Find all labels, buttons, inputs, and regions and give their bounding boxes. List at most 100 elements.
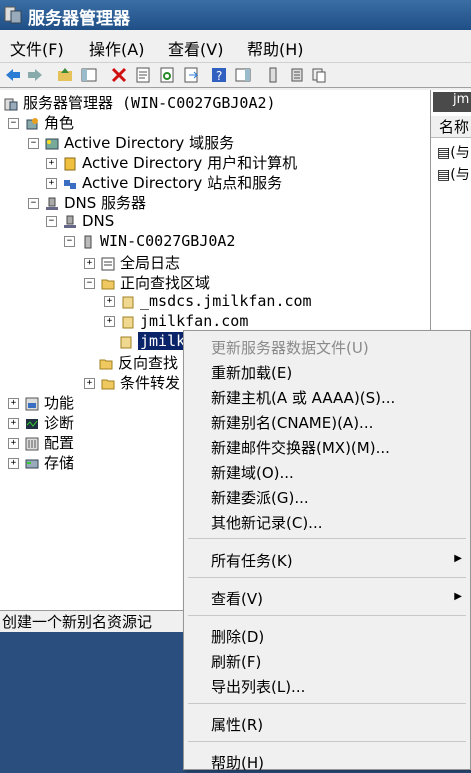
zone-icon <box>122 316 134 328</box>
action-pane-icon[interactable] <box>234 66 252 84</box>
menu-action[interactable]: 操作(A) <box>89 36 144 60</box>
tree-reverse-zones[interactable]: 反向查找 <box>99 352 178 372</box>
menu-item-reload[interactable]: 重新加载(E) <box>211 362 292 383</box>
log-icon <box>101 257 115 270</box>
svg-text:?: ? <box>216 69 222 83</box>
tree-features[interactable]: + 功能 <box>8 392 74 412</box>
ad-sites-icon <box>64 179 76 189</box>
collapse-icon[interactable]: − <box>8 118 19 129</box>
expand-icon[interactable]: + <box>104 296 115 307</box>
record-icon: ▤ <box>437 167 451 183</box>
up-folder-icon[interactable] <box>56 66 74 84</box>
menu-item-export-list[interactable]: 导出列表(L)... <box>211 676 305 697</box>
expand-icon[interactable]: + <box>46 178 57 189</box>
export-list-icon[interactable] <box>182 66 200 84</box>
submenu-arrow-icon: ▶ <box>454 553 462 564</box>
menu-item-new-alias[interactable]: 新建别名(CNAME)(A)... <box>211 412 373 433</box>
back-icon[interactable] <box>4 66 22 84</box>
menu-item-new-domain[interactable]: 新建域(O)... <box>211 462 294 483</box>
help-icon[interactable]: ? <box>210 66 228 84</box>
expand-icon[interactable]: + <box>84 378 95 389</box>
dns-server-icon <box>46 197 58 210</box>
tree-zone-msdcs[interactable]: + _msdcs.jmilkfan.com <box>104 292 312 312</box>
expand-icon[interactable]: + <box>8 418 19 429</box>
menu-item-all-tasks[interactable]: 所有任务(K) <box>211 550 461 571</box>
menu-separator <box>188 741 466 742</box>
expand-icon[interactable]: + <box>8 458 19 469</box>
list-icon[interactable] <box>288 66 306 84</box>
menu-item-other-records[interactable]: 其他新记录(C)... <box>211 512 322 533</box>
server-manager-icon <box>4 98 18 110</box>
folder-icon <box>99 359 113 369</box>
tree-roles[interactable]: − 角色 <box>8 112 74 132</box>
tree-diagnostics[interactable]: + 诊断 <box>8 412 74 432</box>
folder-icon <box>101 279 115 289</box>
collapse-icon[interactable]: − <box>64 236 75 247</box>
configuration-icon <box>25 437 39 450</box>
menu-item-update-server-data: 更新服务器数据文件(U) <box>211 339 369 357</box>
tree-ad-users[interactable]: + Active Directory 用户和计算机 <box>46 152 297 172</box>
collapse-icon[interactable]: − <box>28 138 39 149</box>
server-icon <box>84 235 92 248</box>
tree-ad-sites[interactable]: + Active Directory 站点和服务 <box>46 172 282 192</box>
list-item[interactable]: ▤(与 <box>437 142 470 162</box>
list-item[interactable]: ▤(与 <box>437 164 470 184</box>
tree-conditional-forwarders[interactable]: + 条件转发 <box>84 372 180 392</box>
tree-dns[interactable]: − DNS <box>46 212 114 232</box>
dns-icon <box>64 215 76 228</box>
collapse-icon[interactable]: − <box>28 198 39 209</box>
tree-ad-ds[interactable]: − Active Directory 域服务 <box>28 132 234 152</box>
tree-server[interactable]: − WIN-C0027GBJ0A2 <box>64 232 235 252</box>
forward-icon[interactable] <box>26 66 44 84</box>
roles-icon <box>26 117 38 129</box>
expand-icon[interactable]: + <box>8 438 19 449</box>
menu-item-new-host[interactable]: 新建主机(A 或 AAAA)(S)... <box>211 387 395 408</box>
menu-help[interactable]: 帮助(H) <box>247 36 304 60</box>
menu-item-new-delegation[interactable]: 新建委派(G)... <box>211 487 309 508</box>
properties-icon[interactable] <box>134 66 152 84</box>
tree-root[interactable]: 服务器管理器 (WIN-C0027GBJ0A2) <box>4 92 276 112</box>
menu-bar: 文件(F) 操作(A) 查看(V) 帮助(H) <box>0 34 471 60</box>
features-icon <box>25 397 39 410</box>
menu-view[interactable]: 查看(V) <box>168 36 223 60</box>
ad-users-icon <box>64 157 76 170</box>
zone-icon <box>122 296 134 308</box>
menu-separator <box>188 615 466 616</box>
expand-icon[interactable]: + <box>84 258 95 269</box>
menu-item-delete[interactable]: 删除(D) <box>211 626 264 647</box>
menu-separator <box>188 577 466 578</box>
tree-configuration[interactable]: + 配置 <box>8 432 74 452</box>
expand-icon[interactable]: + <box>104 316 115 327</box>
ad-ds-icon <box>45 138 59 149</box>
refresh-icon[interactable] <box>158 66 176 84</box>
diagnostics-icon <box>26 418 38 429</box>
expand-icon[interactable]: + <box>46 158 57 169</box>
tree-zone-jmilkfan[interactable]: + jmilkfan.com <box>104 312 248 332</box>
copy-icon[interactable] <box>310 66 328 84</box>
zone-icon <box>120 336 132 348</box>
column-name-header[interactable]: 名称 <box>431 116 471 138</box>
tree-global-logs[interactable]: + 全局日志 <box>84 252 180 272</box>
tree-storage[interactable]: + 存储 <box>8 452 74 472</box>
menu-item-properties[interactable]: 属性(R) <box>211 714 263 735</box>
server-manager-icon <box>4 6 22 24</box>
delete-icon[interactable] <box>110 66 128 84</box>
tree-dns-server-role[interactable]: − DNS 服务器 <box>28 192 146 212</box>
tree-zone-selected[interactable]: jmilk <box>119 332 188 352</box>
toolbar: ? <box>0 62 471 88</box>
storage-icon <box>25 459 39 468</box>
expand-icon[interactable]: + <box>8 398 19 409</box>
submenu-arrow-icon: ▶ <box>454 591 462 602</box>
menu-file[interactable]: 文件(F) <box>10 36 64 60</box>
show-hide-tree-icon[interactable] <box>80 66 98 84</box>
record-icon: ▤ <box>437 145 451 161</box>
menu-item-new-mx[interactable]: 新建邮件交换器(MX)(M)... <box>211 437 390 458</box>
tree-forward-zones[interactable]: − 正向查找区域 <box>84 272 210 292</box>
collapse-icon[interactable]: − <box>84 278 95 289</box>
menu-item-refresh[interactable]: 刷新(F) <box>211 651 261 672</box>
filter-icon[interactable] <box>264 66 282 84</box>
title-bar: 服务器管理器 <box>0 0 471 30</box>
menu-separator <box>188 538 466 539</box>
collapse-icon[interactable]: − <box>46 216 57 227</box>
menu-item-view[interactable]: 查看(V) <box>211 588 263 609</box>
